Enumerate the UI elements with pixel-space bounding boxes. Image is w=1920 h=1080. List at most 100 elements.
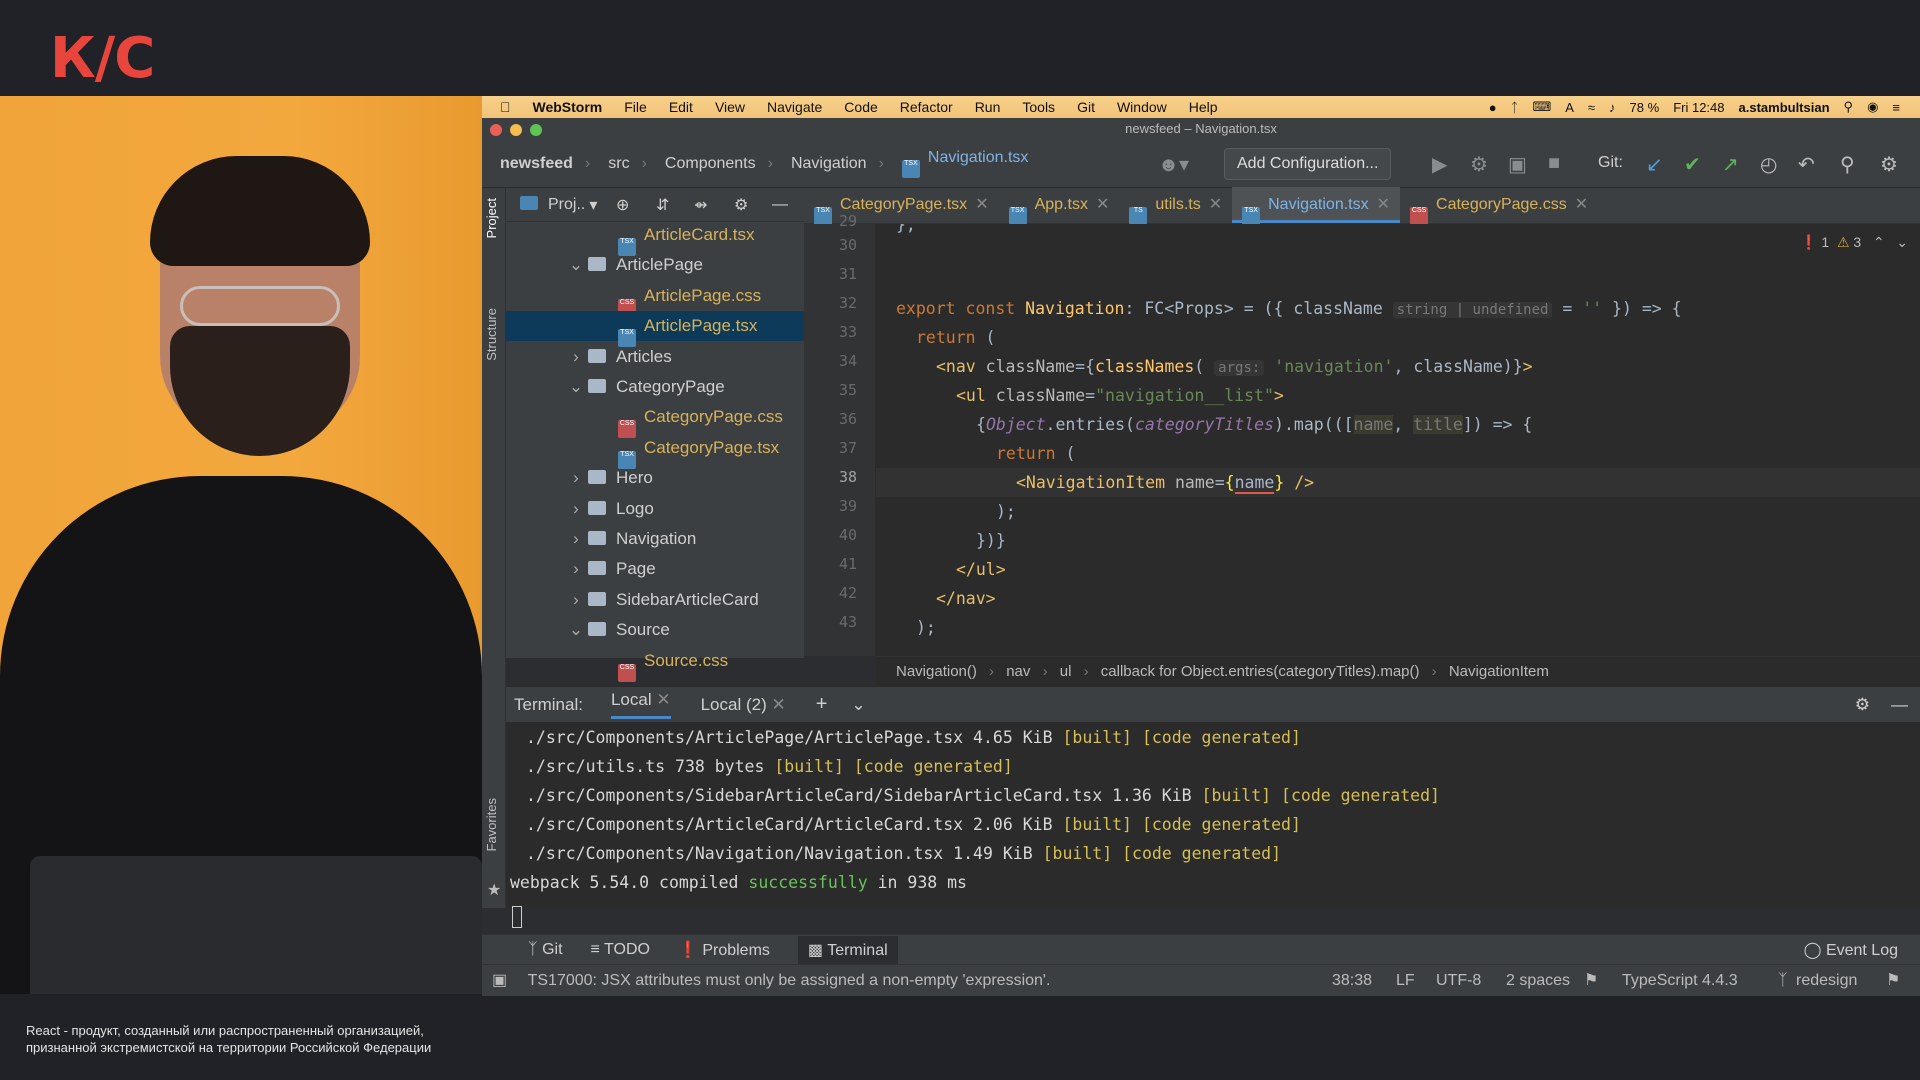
tree-item[interactable]: CSS ArticlePage.css xyxy=(506,281,804,317)
apple-icon[interactable]:  xyxy=(500,99,511,115)
history-icon[interactable]: ◴ xyxy=(1760,152,1777,177)
menu-code[interactable]: Code xyxy=(844,99,877,115)
tree-item[interactable]: TSX ArticleCard.tsx xyxy=(506,220,804,256)
input-source-icon[interactable]: A xyxy=(1565,100,1574,115)
settings-gear-icon[interactable]: ⚙ xyxy=(1880,152,1898,177)
lock-icon[interactable]: ⚑ xyxy=(1584,965,1598,996)
file-encoding[interactable]: UTF-8 xyxy=(1436,965,1481,996)
debug-icon[interactable]: ⚙ xyxy=(1470,152,1488,177)
tool-problems[interactable]: ❗ Problems xyxy=(678,940,770,960)
menu-git[interactable]: Git xyxy=(1077,99,1095,115)
crumb-callback[interactable]: callback for Object.entries(categoryTitl… xyxy=(1101,663,1420,680)
tree-item[interactable]: › Page xyxy=(506,554,804,584)
terminal-tab-local[interactable]: Local ✕ xyxy=(610,690,671,719)
chevron-right-icon[interactable]: › xyxy=(564,342,588,372)
tree-item[interactable]: CSS Source.css xyxy=(506,646,804,682)
run-icon[interactable]: ▶ xyxy=(1432,152,1447,177)
add-icon[interactable]: + xyxy=(816,693,828,716)
readonly-lock-icon[interactable]: ⚑ xyxy=(1886,965,1900,996)
code-editor[interactable]: ❗ 1 ⚠ 3 ⌃ ⌄ }; export const Navigation: … xyxy=(876,224,1920,656)
minimize-window-button[interactable] xyxy=(510,124,522,136)
crumb-project[interactable]: newsfeed xyxy=(500,155,573,173)
menu-view[interactable]: View xyxy=(715,99,745,115)
tree-item[interactable]: › Logo xyxy=(506,494,804,524)
clock[interactable]: Fri 12:48 xyxy=(1673,100,1724,115)
status-message[interactable]: TS17000: JSX attributes must only be ass… xyxy=(528,972,1051,989)
tree-item[interactable]: TSX CategoryPage.tsx xyxy=(506,433,804,469)
close-icon[interactable]: ✕ xyxy=(1377,196,1390,213)
tree-item[interactable]: TSX ArticlePage.tsx xyxy=(506,311,804,348)
caret-position[interactable]: 38:38 xyxy=(1332,965,1372,996)
tab-structure[interactable]: Structure xyxy=(484,308,499,361)
menu-help[interactable]: Help xyxy=(1189,99,1218,115)
indent-setting[interactable]: 2 spaces xyxy=(1506,965,1570,996)
tree-item[interactable]: › Hero xyxy=(506,463,804,493)
crumb-components[interactable]: Components xyxy=(665,155,756,173)
record-icon[interactable]: ● xyxy=(1489,100,1497,115)
close-icon[interactable]: ✕ xyxy=(1209,196,1222,213)
terminal-tab-local-2[interactable]: Local (2) ✕ xyxy=(701,695,786,715)
chevron-down-icon[interactable]: ⌄ xyxy=(1896,234,1908,250)
star-icon[interactable]: ★ xyxy=(487,880,501,900)
crumb-navigation[interactable]: Navigation xyxy=(791,155,867,173)
search-icon[interactable]: ⚲ xyxy=(1840,152,1855,177)
tab-categorypage-css[interactable]: CSS CategoryPage.css ✕ xyxy=(1400,187,1598,225)
chevron-down-icon[interactable]: ▾ xyxy=(589,195,597,215)
tool-todo[interactable]: ≡ TODO xyxy=(591,941,650,959)
chevron-right-icon[interactable]: › xyxy=(564,494,588,524)
keyboard-icon[interactable]: ⌨ xyxy=(1532,99,1551,115)
chevron-down-icon[interactable]: ⌄ xyxy=(564,372,588,402)
git-branch[interactable]: redesign xyxy=(1796,965,1857,996)
menu-navigate[interactable]: Navigate xyxy=(767,99,822,115)
close-icon[interactable]: ✕ xyxy=(1575,196,1588,213)
add-configuration-button[interactable]: Add Configuration... xyxy=(1224,148,1392,180)
close-window-button[interactable] xyxy=(490,124,502,136)
event-log-button[interactable]: ◯ Event Log xyxy=(1804,940,1898,960)
tab-project[interactable]: Project xyxy=(484,198,499,238)
battery-percent[interactable]: 78 % xyxy=(1630,100,1660,115)
gear-icon[interactable]: ⚙ xyxy=(734,195,748,215)
spotlight-icon[interactable]: ⚲ xyxy=(1844,99,1854,115)
tree-item[interactable]: ⌄ ArticlePage xyxy=(506,250,804,280)
tool-git[interactable]: ᛉ Git xyxy=(528,941,563,959)
close-icon[interactable]: ✕ xyxy=(975,196,988,213)
terminal-output[interactable]: ./src/Components/ArticlePage/ArticlePage… xyxy=(506,722,1920,928)
hide-panel-icon[interactable]: — xyxy=(772,196,788,214)
gear-icon[interactable]: ⚙ xyxy=(1855,695,1870,715)
tab-utils-ts[interactable]: TS utils.ts ✕ xyxy=(1119,187,1232,225)
tree-item[interactable]: ⌄ CategoryPage xyxy=(506,372,804,402)
crumb-nav[interactable]: nav xyxy=(1006,663,1030,680)
chevron-up-icon[interactable]: ⌃ xyxy=(1873,234,1885,250)
chevron-down-icon[interactable]: ⌄ xyxy=(564,250,588,280)
crumb-navigation-fn[interactable]: Navigation() xyxy=(896,663,977,680)
wifi-icon[interactable]: ≈ xyxy=(1588,100,1595,115)
tree-item[interactable]: ⌄ Source xyxy=(506,615,804,645)
coverage-icon[interactable]: ▣ xyxy=(1508,152,1527,177)
zoom-window-button[interactable] xyxy=(530,124,542,136)
crumb-src[interactable]: src xyxy=(608,155,629,173)
close-icon[interactable]: ✕ xyxy=(656,690,670,709)
close-icon[interactable]: ✕ xyxy=(771,695,785,714)
terminal-cursor[interactable] xyxy=(512,906,522,928)
crumb-ul[interactable]: ul xyxy=(1060,663,1072,680)
tool-terminal[interactable]: ▩ Terminal xyxy=(797,935,898,964)
tab-navigation-tsx[interactable]: TSX Navigation.tsx ✕ xyxy=(1232,187,1401,225)
line-separator[interactable]: LF xyxy=(1396,965,1415,996)
menu-edit[interactable]: Edit xyxy=(669,99,693,115)
chevron-down-icon[interactable]: ⌄ xyxy=(564,615,588,645)
hide-icon[interactable]: — xyxy=(1891,695,1908,715)
chevron-down-icon[interactable]: ⌄ xyxy=(851,695,865,715)
menu-app[interactable]: WebStorm xyxy=(533,99,603,115)
rollback-icon[interactable]: ↶ xyxy=(1798,152,1815,177)
crumb-navigation-item[interactable]: NavigationItem xyxy=(1449,663,1549,680)
panel-toggle-icon[interactable]: ▣ xyxy=(492,972,507,989)
git-push-icon[interactable]: ↗ xyxy=(1722,152,1739,177)
expand-all-icon[interactable]: ⇵ xyxy=(656,195,669,215)
tree-item[interactable]: › Articles xyxy=(506,342,804,372)
menu-refactor[interactable]: Refactor xyxy=(900,99,953,115)
menu-run[interactable]: Run xyxy=(975,99,1001,115)
stop-icon[interactable]: ■ xyxy=(1548,152,1560,175)
inspection-widget[interactable]: ❗ 1 ⚠ 3 ⌃ ⌄ xyxy=(1800,234,1908,251)
crumb-file[interactable]: TSX Navigation.tsx xyxy=(901,149,1028,178)
project-view-selector[interactable]: Proj.. xyxy=(548,196,585,214)
